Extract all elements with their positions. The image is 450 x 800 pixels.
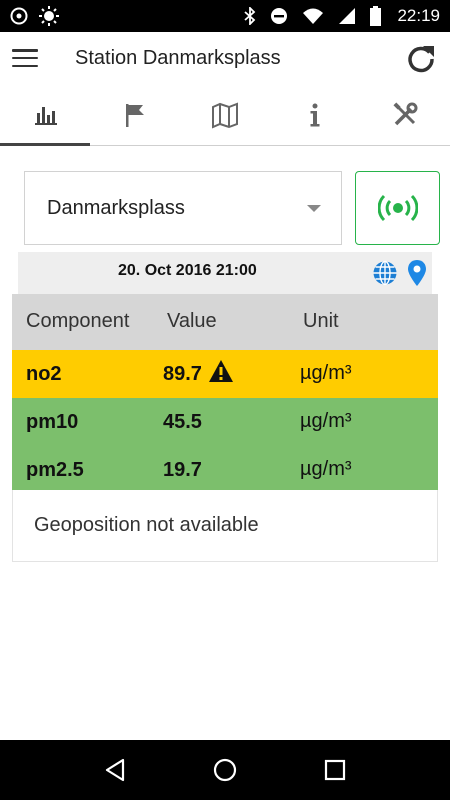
table-row[interactable]: pm10 45.5 µg/m³ — [12, 398, 438, 446]
bluetooth-icon — [244, 7, 256, 25]
geoposition-box: Geoposition not available — [12, 490, 438, 562]
table-header: Component Value Unit — [12, 294, 438, 350]
location-pin-icon[interactable] — [406, 259, 428, 287]
measurement-date: 20. Oct 2016 21:00 — [118, 262, 257, 279]
status-time: 22:19 — [397, 6, 440, 25]
battery-icon — [370, 6, 382, 26]
live-signal-icon — [377, 194, 418, 222]
do-not-disturb-icon — [271, 8, 288, 24]
tools-icon — [393, 101, 418, 125]
app-bar: Station Danmarksplass — [0, 32, 450, 84]
row-component: pm2.5 — [26, 459, 84, 481]
tab-bar — [0, 84, 450, 146]
gear-icon — [10, 7, 28, 25]
tab-tools[interactable] — [360, 84, 450, 145]
tab-chart[interactable] — [0, 84, 90, 146]
map-icon — [212, 102, 238, 129]
header-component: Component — [26, 310, 130, 332]
row-value: 45.5 — [163, 411, 202, 433]
table-row[interactable]: pm2.5 19.7 µg/m³ — [12, 446, 438, 494]
row-value: 19.7 — [163, 459, 202, 481]
geoposition-text: Geoposition not available — [34, 514, 259, 536]
flag-icon — [126, 103, 144, 127]
globe-icon[interactable] — [372, 260, 398, 286]
row-unit: µg/m³ — [300, 410, 352, 432]
back-icon[interactable] — [101, 756, 129, 784]
home-icon[interactable] — [211, 756, 239, 784]
row-value-text: 89.7 — [163, 363, 202, 385]
wifi-icon — [303, 8, 324, 24]
row-unit: µg/m³ — [300, 458, 352, 480]
row-value: 89.7 — [163, 359, 234, 386]
menu-icon[interactable] — [12, 49, 38, 67]
station-dropdown-value: Danmarksplass — [47, 196, 185, 219]
signal-icon — [339, 8, 356, 24]
row-component: pm10 — [26, 411, 79, 433]
tab-map[interactable] — [180, 84, 270, 145]
bar-chart-icon — [35, 106, 57, 125]
station-selector-row: Danmarksplass — [24, 171, 440, 245]
page-title: Station Danmarksplass — [75, 46, 281, 69]
station-dropdown[interactable]: Danmarksplass — [24, 171, 342, 245]
recents-icon[interactable] — [321, 756, 349, 784]
date-bar: 20. Oct 2016 21:00 — [18, 252, 432, 294]
status-bar: 22:19 — [0, 0, 450, 32]
measurement-table: Component Value Unit no2 89.7 µg/m³ pm10… — [12, 294, 438, 494]
row-unit: µg/m³ — [300, 362, 352, 384]
brightness-icon — [39, 6, 59, 26]
dropdown-caret-icon — [307, 205, 321, 212]
refresh-icon[interactable] — [404, 42, 438, 76]
system-nav-bar — [0, 740, 450, 800]
live-signal-button[interactable] — [355, 171, 440, 245]
row-component: no2 — [26, 363, 62, 385]
warning-icon — [208, 359, 233, 382]
tab-flag[interactable] — [90, 84, 180, 145]
info-icon — [310, 103, 320, 126]
table-row[interactable]: no2 89.7 µg/m³ — [12, 350, 438, 398]
header-value: Value — [167, 310, 217, 332]
tab-info[interactable] — [270, 84, 360, 145]
header-unit: Unit — [303, 310, 339, 332]
